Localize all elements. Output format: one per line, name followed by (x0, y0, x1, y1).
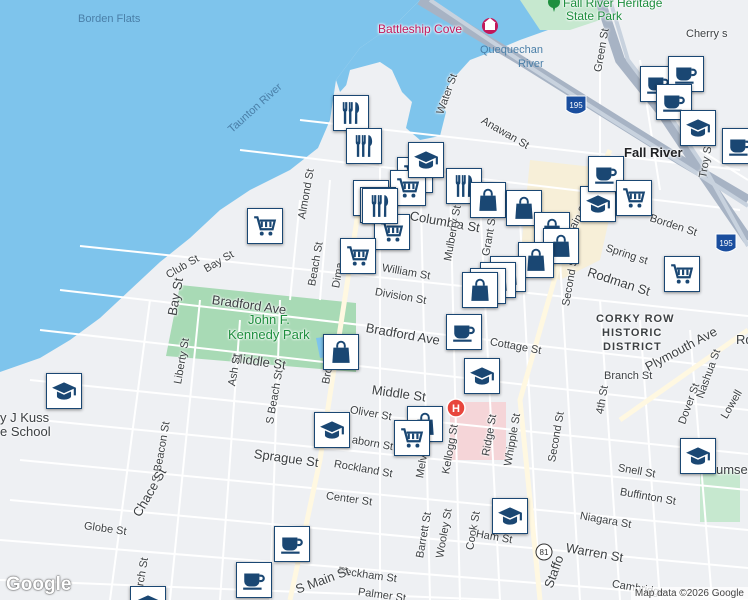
map-attribution[interactable]: Map data ©2026 Google (630, 587, 748, 600)
hospital-icon: H (446, 398, 466, 418)
map-label-river: River (518, 58, 544, 70)
school-icon (685, 443, 711, 469)
bag-icon (328, 339, 354, 365)
restaurant-icon (351, 133, 377, 159)
coffee-icon (279, 531, 305, 557)
poi-marker-coffee[interactable] (722, 128, 748, 164)
school-icon (685, 115, 711, 141)
restaurant-icon (338, 100, 364, 126)
school-icon (413, 147, 439, 173)
map-label-humse: umse (716, 462, 748, 477)
poi-marker-shopping[interactable] (340, 238, 376, 274)
map-label-corky-1: CORKY ROW (596, 313, 675, 325)
poi-marker-school[interactable] (464, 358, 500, 394)
poi-marker-school[interactable] (680, 438, 716, 474)
map-label-rd: Rd (736, 332, 748, 347)
poi-marker-school[interactable] (492, 498, 528, 534)
map-label-borden-flats: Borden Flats (78, 13, 141, 25)
school-icon (135, 591, 161, 600)
route-195-shield-east: 195 (715, 233, 737, 253)
route-195-shield-north: 195 (565, 95, 587, 115)
bag-icon (475, 187, 501, 213)
poi-marker-school[interactable] (46, 373, 82, 409)
shopping-icon (395, 175, 421, 201)
poi-marker-school[interactable] (680, 110, 716, 146)
poi-marker-coffee[interactable] (236, 562, 272, 598)
poi-marker-restaurant[interactable] (362, 188, 398, 224)
bag-icon (467, 277, 493, 303)
school-icon (319, 417, 345, 443)
poi-marker-coffee[interactable] (274, 526, 310, 562)
poi-marker-coffee[interactable] (446, 314, 482, 350)
svg-text:195: 195 (719, 239, 733, 248)
school-icon (469, 363, 495, 389)
school-icon (585, 191, 611, 217)
poi-marker-restaurant[interactable] (346, 128, 382, 164)
shopping-icon (399, 425, 425, 451)
bag-icon (523, 247, 549, 273)
svg-text:H: H (452, 403, 460, 415)
poi-marker-bag[interactable] (470, 182, 506, 218)
poi-marker-school[interactable] (130, 586, 166, 600)
map-label-corky-2: HISTORIC (602, 327, 663, 339)
google-logo: Google (6, 574, 72, 595)
map-label-corky-3: DISTRICT (603, 341, 662, 353)
map-label-battleship-cove: Battleship Cove (378, 22, 463, 36)
poi-marker-shopping[interactable] (247, 208, 283, 244)
map-base-layer: 195 195 81 H (0, 0, 748, 600)
map-canvas[interactable]: 195 195 81 H Borden Flats Taunton River Ba… (0, 0, 748, 600)
shopping-icon (621, 185, 647, 211)
coffee-icon (451, 319, 477, 345)
poi-marker-school[interactable] (314, 412, 350, 448)
poi-marker-school[interactable] (408, 142, 444, 178)
poi-marker-bag[interactable] (462, 272, 498, 308)
restaurant-icon (367, 193, 393, 219)
map-label-kuss-school-2: e School (0, 424, 51, 439)
map-label-jfk-park-1: John F. (248, 312, 290, 327)
map-label-branch-st: Branch St (604, 370, 653, 382)
poi-marker-bag[interactable] (323, 334, 359, 370)
poi-marker-shopping[interactable] (664, 256, 700, 292)
museum-icon (482, 18, 498, 34)
svg-text:195: 195 (569, 101, 583, 110)
shopping-icon (669, 261, 695, 287)
poi-marker-shopping[interactable] (394, 420, 430, 456)
map-label-quequechan: Quequechan (480, 44, 543, 56)
map-label-state-park: State Park (566, 9, 623, 23)
coffee-icon (241, 567, 267, 593)
svg-text:81: 81 (540, 548, 549, 557)
map-label-jfk-park-2: Kennedy Park (228, 327, 310, 342)
map-label-fall-river: Fall River (624, 145, 683, 160)
poi-marker-restaurant[interactable] (333, 95, 369, 131)
school-icon (497, 503, 523, 529)
map-label-kuss-school-1: y J Kuss (0, 410, 50, 425)
shopping-icon (345, 243, 371, 269)
shopping-icon (252, 213, 278, 239)
map-label-cherry-st: Cherry s (686, 28, 728, 40)
poi-marker-shopping[interactable] (616, 180, 652, 216)
coffee-icon (727, 133, 748, 159)
school-icon (51, 378, 77, 404)
